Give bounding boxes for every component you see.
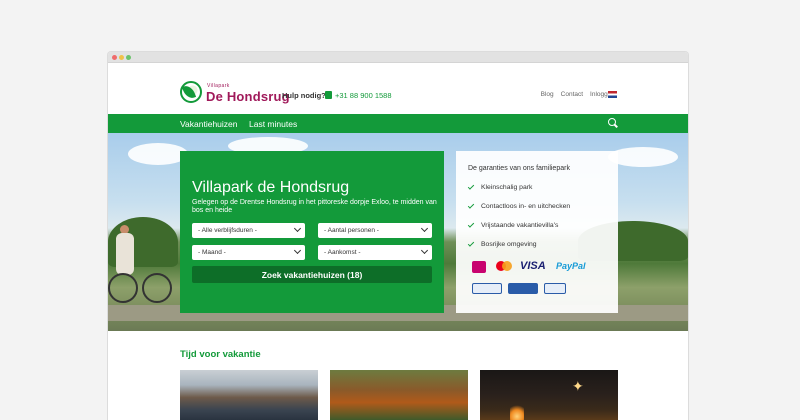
vacation-card[interactable] <box>330 370 468 420</box>
certification-badge-icon <box>544 283 566 294</box>
minimize-dot[interactable] <box>119 55 124 60</box>
arrival-value: - Aankomst - <box>324 249 361 256</box>
guarantee-text: Kleinschalig park <box>481 184 533 191</box>
persons-value: - Aantal personen - <box>324 227 379 234</box>
arrival-select[interactable]: - Aankomst - <box>318 245 432 260</box>
blog-link[interactable]: Blog <box>541 91 554 98</box>
nav-last-minutes[interactable]: Last minutes <box>249 119 297 129</box>
cloud <box>128 143 188 165</box>
dutch-flag-icon[interactable] <box>608 91 617 98</box>
search-panel: Villapark de Hondsrug Gelegen op de Dren… <box>180 151 444 313</box>
guarantee-text: Contactloos in- en uitchecken <box>481 203 571 210</box>
check-icon <box>467 240 475 247</box>
guarantee-text: Vrijstaande vakantievilla's <box>481 222 559 229</box>
nav-vakantiehuizen[interactable]: Vakantiehuizen <box>180 119 238 129</box>
guarantee-item: Vrijstaande vakantievilla's <box>467 221 559 229</box>
browser-chrome <box>108 52 688 63</box>
persons-select[interactable]: - Aantal personen - <box>318 223 432 238</box>
ideal-icon <box>472 261 486 273</box>
chevron-down-icon <box>293 246 302 255</box>
phone-icon <box>325 91 332 99</box>
check-icon <box>467 202 475 209</box>
star-light-icon: ✦ <box>572 378 584 394</box>
fireplace <box>510 402 524 420</box>
guarantees-title: De garanties van ons familiepark <box>468 165 570 172</box>
duration-value: - Alle verblijfsduren - <box>198 227 257 234</box>
vacation-card[interactable]: ✦ <box>480 370 618 420</box>
top-links: Blog Contact Inloggen <box>541 91 615 98</box>
search-title: Villapark de Hondsrug <box>192 179 350 196</box>
chevron-down-icon <box>293 224 302 233</box>
chevron-down-icon <box>420 246 429 255</box>
recron-badge-icon <box>472 283 502 294</box>
guarantees-box: De garanties van ons familiepark Kleinsc… <box>456 151 618 313</box>
phone-link[interactable]: +31 88 900 1588 <box>335 91 392 100</box>
section-title: Tijd voor vakantie <box>180 349 261 360</box>
search-icon[interactable] <box>608 118 616 126</box>
vacation-card[interactable] <box>180 370 318 420</box>
guarantee-item: Kleinschalig park <box>467 183 533 191</box>
check-icon <box>467 183 475 190</box>
duration-select[interactable]: - Alle verblijfsduren - <box>192 223 305 238</box>
search-button[interactable]: Zoek vakantiehuizen (18) <box>192 266 432 283</box>
logo-text[interactable]: De Hondsrug <box>206 89 290 104</box>
cyclist <box>116 233 134 275</box>
month-select[interactable]: - Maand - <box>192 245 305 260</box>
guarantee-item: Bosrijke omgeving <box>467 240 537 248</box>
check-icon <box>467 221 475 228</box>
close-dot[interactable] <box>112 55 117 60</box>
cloud <box>608 147 678 167</box>
bike-wheel <box>142 273 172 303</box>
main-nav: Vakantiehuizen Last minutes <box>108 114 688 133</box>
help-label: Hulp nodig? <box>282 91 326 100</box>
guarantee-text: Bosrijke omgeving <box>481 241 537 248</box>
chevron-down-icon <box>420 224 429 233</box>
browser-window: Villapark De Hondsrug Hulp nodig? +31 88… <box>108 52 688 420</box>
contact-link[interactable]: Contact <box>561 91 583 98</box>
visa-logo: VISA <box>520 260 546 272</box>
hero-banner: Villapark de Hondsrug Gelegen op de Dren… <box>108 133 688 331</box>
search-subtitle: Gelegen op de Drentse Hondsrug in het pi… <box>192 199 437 214</box>
paypal-logo: PayPal <box>556 261 586 271</box>
mastercard-icon <box>502 261 512 271</box>
site-header: Villapark De Hondsrug Hulp nodig? +31 88… <box>108 63 688 114</box>
maximize-dot[interactable] <box>126 55 131 60</box>
bike-wheel <box>108 273 138 303</box>
quality-badge-icon <box>508 283 538 294</box>
month-value: - Maand - <box>198 249 226 256</box>
guarantee-item: Contactloos in- en uitchecken <box>467 202 571 210</box>
